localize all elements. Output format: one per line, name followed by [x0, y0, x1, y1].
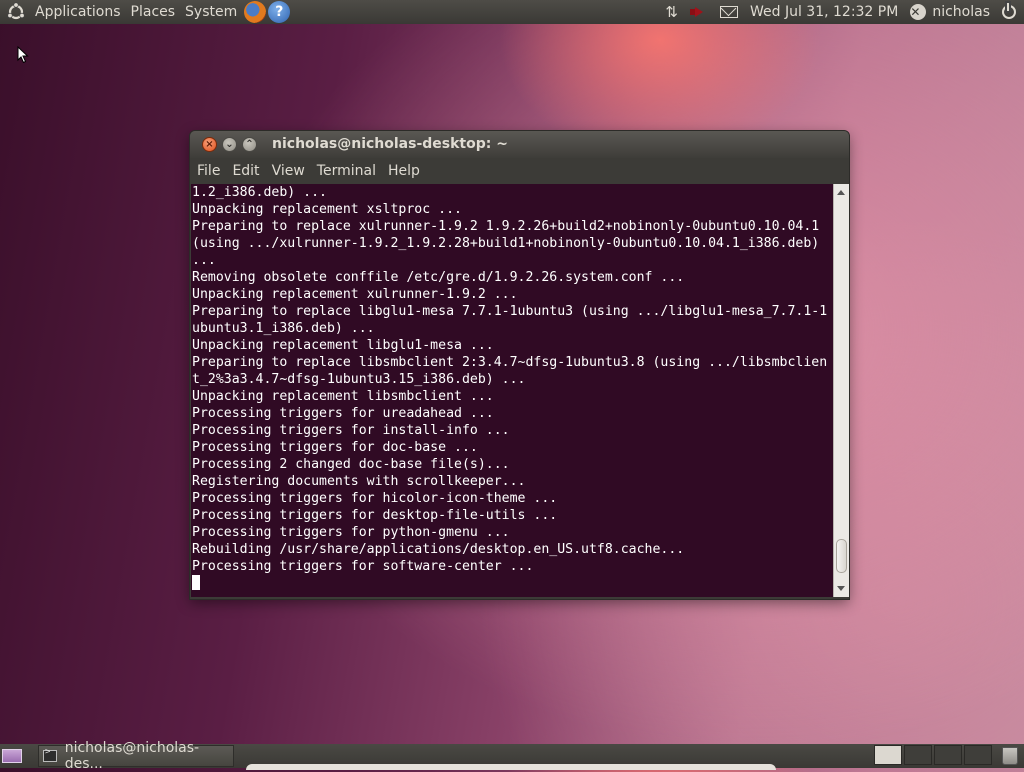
- terminal-line: Processing triggers for software-center …: [192, 559, 534, 574]
- workspace-1[interactable]: [874, 745, 902, 765]
- terminal-line: Unpacking replacement libglu1-mesa ...: [192, 338, 494, 353]
- terminal-menu[interactable]: Terminal: [312, 163, 381, 179]
- clock[interactable]: Wed Jul 31, 12:32 PM: [750, 4, 898, 20]
- network-icon[interactable]: ⇅: [665, 3, 678, 21]
- terminal-line: (using .../xulrunner-1.9.2_1.9.2.28+buil…: [192, 236, 820, 251]
- terminal-output[interactable]: 1.2_i386.deb) ... Unpacking replacement x…: [191, 184, 833, 597]
- terminal-line: Processing triggers for install-info ...: [192, 423, 510, 438]
- text-cursor: [192, 575, 200, 590]
- workspace-switcher[interactable]: [872, 745, 992, 767]
- help-menu[interactable]: Help: [383, 163, 425, 179]
- terminal-window[interactable]: × ⌄ ⌃ nicholas@nicholas-desktop: ~ File …: [190, 131, 849, 599]
- scroll-up-arrow-icon[interactable]: [837, 190, 845, 195]
- terminal-line: Processing triggers for python-gmenu ...: [192, 525, 510, 540]
- edit-menu[interactable]: Edit: [227, 163, 264, 179]
- terminal-line: Processing triggers for doc-base ...: [192, 440, 478, 455]
- trash-icon[interactable]: [1002, 747, 1018, 765]
- terminal-scrollbar[interactable]: [833, 184, 849, 597]
- minimize-window-button[interactable]: ⌄: [222, 137, 237, 152]
- terminal-line: t_2%3a3.4.7~dfsg-1ubuntu3.15_i386.deb) .…: [192, 372, 526, 387]
- terminal-line: 1.2_i386.deb) ...: [192, 185, 327, 200]
- show-desktop-icon[interactable]: [2, 749, 22, 763]
- mouse-pointer-icon: [17, 46, 29, 64]
- ubuntu-logo-icon[interactable]: [6, 2, 26, 22]
- top-panel: Applications Places System ? ⇅ Wed Jul 3…: [0, 0, 1024, 24]
- scroll-down-arrow-icon[interactable]: [837, 586, 845, 591]
- terminal-line: Preparing to replace xulrunner-1.9.2 1.9…: [192, 219, 820, 234]
- notification-area: ⇅ Wed Jul 31, 12:32 PM ✕ nicholas: [659, 0, 1024, 24]
- terminal-line: Preparing to replace libsmbclient 2:3.4.…: [192, 355, 828, 370]
- terminal-icon: [43, 747, 57, 762]
- user-status-icon[interactable]: ✕: [910, 4, 927, 20]
- terminal-line: Removing obsolete conffile /etc/gre.d/1.…: [192, 270, 685, 285]
- taskbar-item-terminal[interactable]: nicholas@nicholas-des...: [38, 740, 234, 772]
- close-window-button[interactable]: ×: [202, 137, 217, 152]
- window-title: nicholas@nicholas-desktop: ~: [272, 136, 508, 152]
- terminal-prompt-line: [192, 575, 833, 592]
- workspace-4[interactable]: [964, 745, 992, 765]
- applications-menu[interactable]: Applications: [30, 0, 126, 24]
- terminal-line: Registering documents with scrollkeeper.…: [192, 474, 526, 489]
- terminal-line: Processing triggers for desktop-file-uti…: [192, 508, 558, 523]
- view-menu[interactable]: View: [267, 163, 310, 179]
- window-titlebar[interactable]: × ⌄ ⌃ nicholas@nicholas-desktop: ~: [190, 131, 849, 158]
- places-menu[interactable]: Places: [126, 0, 181, 24]
- maximize-window-button[interactable]: ⌃: [242, 137, 257, 152]
- terminal-line: Preparing to replace libglu1-mesa 7.7.1-…: [192, 304, 828, 319]
- terminal-line: Processing 2 changed doc-base file(s)...: [192, 457, 510, 472]
- volume-icon[interactable]: [689, 7, 708, 17]
- power-icon[interactable]: [1002, 3, 1016, 19]
- firefox-icon[interactable]: [244, 1, 267, 23]
- user-name[interactable]: nicholas: [932, 4, 990, 20]
- terminal-line: Processing triggers for hicolor-icon-the…: [192, 491, 558, 506]
- terminal-line: Rebuilding /usr/share/applications/deskt…: [192, 542, 685, 557]
- terminal-menubar: File Edit View Terminal Help: [190, 158, 849, 184]
- notification-popup-edge: [246, 764, 776, 770]
- help-icon[interactable]: ?: [268, 1, 291, 23]
- terminal-line: Unpacking replacement xulrunner-1.9.2 ..…: [192, 287, 518, 302]
- terminal-line: Unpacking replacement xsltproc ...: [192, 202, 462, 217]
- terminal-line: Unpacking replacement libsmbclient ...: [192, 389, 494, 404]
- workspace-3[interactable]: [934, 745, 962, 765]
- system-menu[interactable]: System: [180, 0, 242, 24]
- scrollbar-thumb[interactable]: [836, 539, 847, 573]
- terminal-line: Processing triggers for ureadahead ...: [192, 406, 494, 421]
- file-menu[interactable]: File: [192, 163, 225, 179]
- taskbar-item-label: nicholas@nicholas-des...: [64, 740, 200, 772]
- terminal-line: ubuntu3.1_i386.deb) ...: [192, 321, 375, 336]
- mail-icon[interactable]: [719, 6, 738, 18]
- workspace-2[interactable]: [904, 745, 932, 765]
- terminal-text: 1.2_i386.deb) ... Unpacking replacement x…: [191, 184, 833, 592]
- terminal-line: ...: [192, 253, 216, 268]
